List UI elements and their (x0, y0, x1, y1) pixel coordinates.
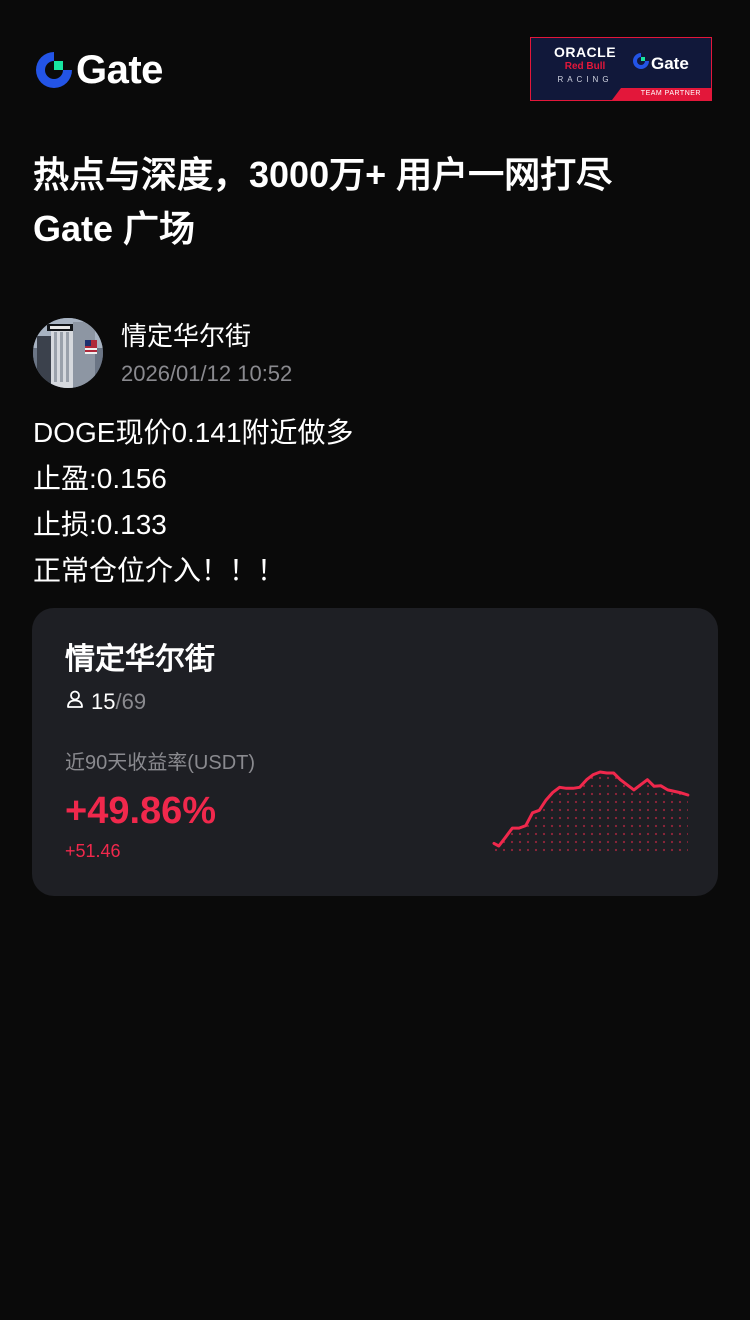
page-headline: 热点与深度，3000万+ 用户一网打尽 Gate 广场 (33, 148, 723, 256)
post-body[interactable]: DOGE现价0.141附近做多 止盈:0.156 止损:0.133 正常仓位介入… (33, 410, 723, 594)
pnl-value: +51.46 (65, 841, 121, 861)
members-max: 69 (121, 689, 147, 714)
trader-name: 情定华尔街 (65, 643, 215, 676)
team-partner-banner[interactable]: ORACLE Red Bull RACING Gate TEAM PARTNER (530, 37, 712, 101)
avatar[interactable] (33, 318, 103, 388)
partner-gate-text: Gate (651, 53, 689, 73)
redbull-text: Red Bull (564, 61, 606, 72)
header: Gate ORACLE Red Bull RACING Gate TEAM PA… (0, 0, 750, 130)
roi-label: 近90天收益率(USDT) (65, 752, 256, 774)
oracle-text: ORACLE (553, 44, 617, 60)
partner-gate-logo: Gate (633, 53, 689, 74)
post-line: 止盈:0.156 (33, 463, 167, 494)
post-line: 正常仓位介入！！！ (33, 555, 286, 586)
headline-line-1: 热点与深度，3000万+ 用户一网打尽 (33, 154, 613, 195)
roi-sparkline (492, 770, 690, 856)
racing-text: RACING (557, 75, 613, 84)
post-author[interactable]: 情定华尔街 2026/01/12 10:52 (33, 318, 723, 388)
post-line: DOGE现价0.141附近做多 (33, 417, 354, 448)
oracle-redbull-logo: ORACLE Red Bull RACING (539, 44, 631, 85)
member-count: 15/69 (65, 688, 146, 716)
post-timestamp: 2026/01/12 10:52 (121, 361, 293, 386)
author-name[interactable]: 情定华尔街 (121, 320, 251, 352)
person-icon (65, 688, 85, 716)
members-current: 15 (91, 689, 116, 714)
post-line: 止损:0.133 (33, 509, 167, 540)
gate-logo[interactable]: Gate (36, 50, 163, 90)
gate-logo-icon (36, 52, 72, 88)
roi-value: +49.86% (65, 790, 217, 832)
team-partner-tag: TEAM PARTNER (612, 88, 711, 100)
headline-line-2: Gate 广场 (33, 208, 196, 249)
gate-logo-icon (633, 53, 649, 74)
copy-trading-card[interactable]: 情定华尔街 15/69 近90天收益率(USDT) +49.86% +51.46 (32, 608, 718, 896)
brand-name: Gate (76, 48, 163, 92)
